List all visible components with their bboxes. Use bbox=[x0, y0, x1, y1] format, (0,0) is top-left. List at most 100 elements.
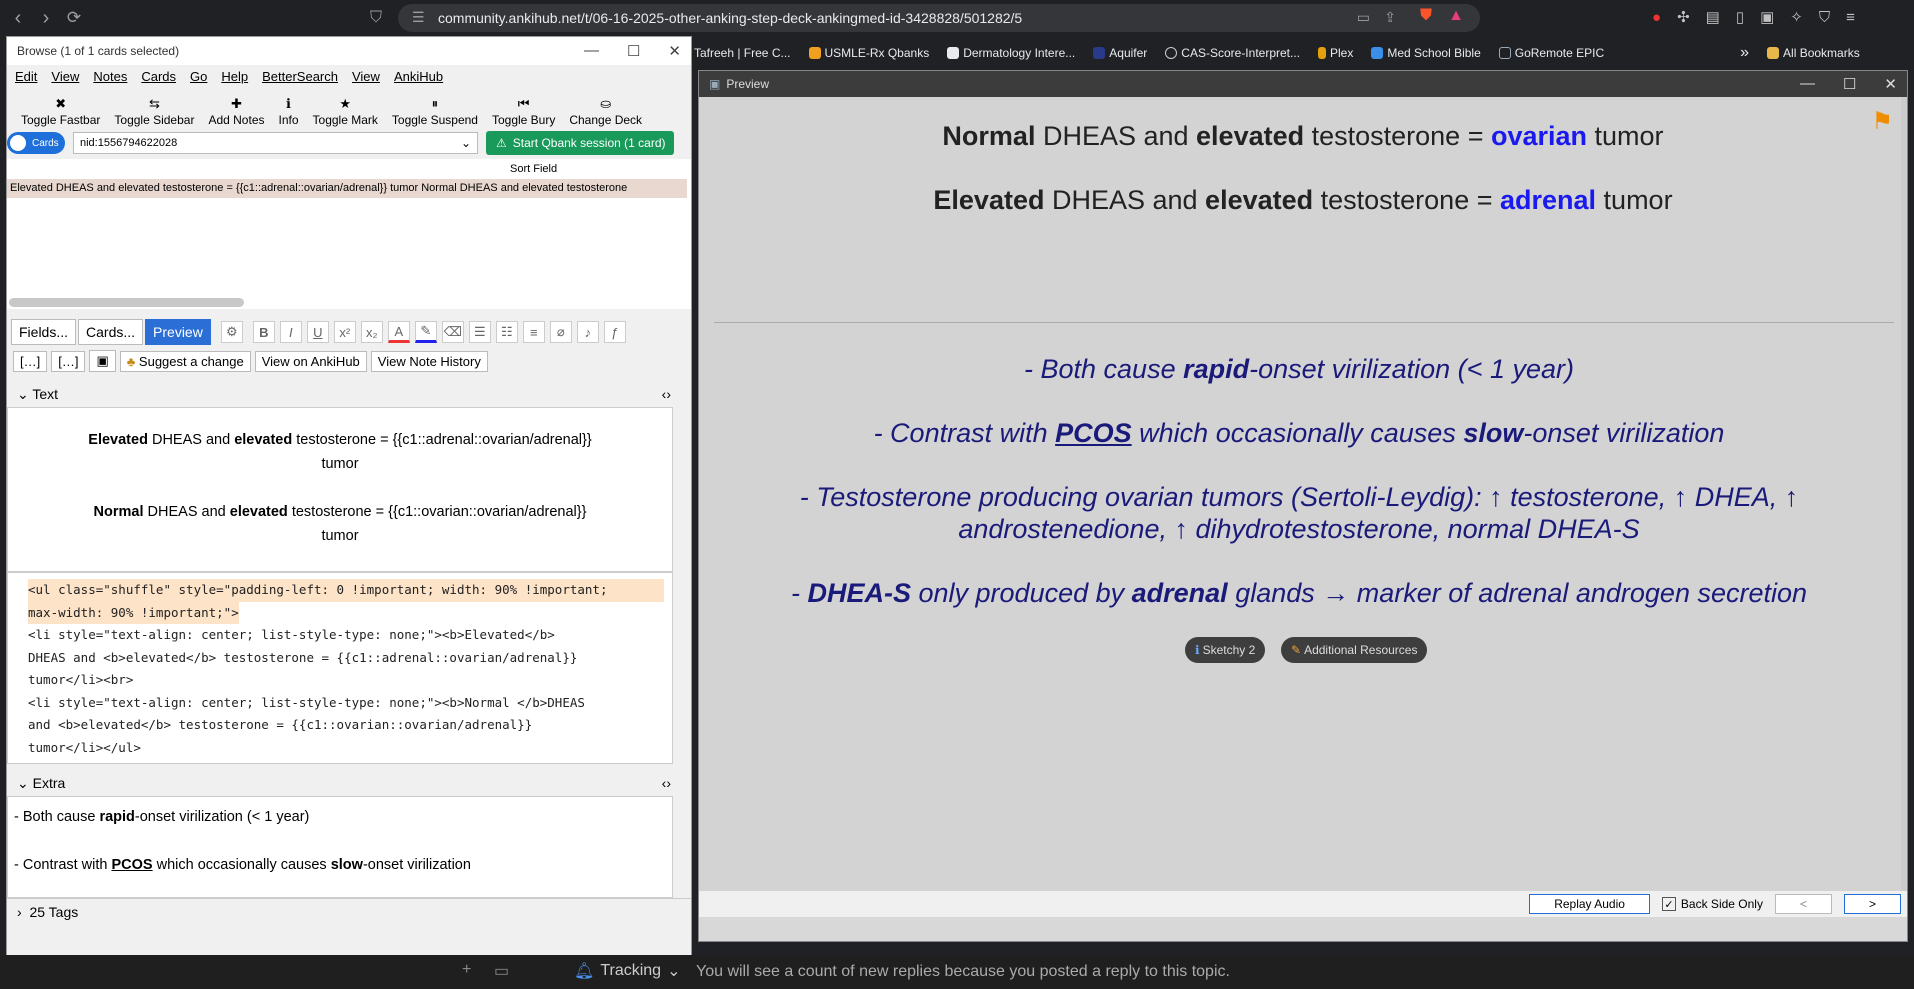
menu-icon[interactable]: ≡ bbox=[1846, 9, 1855, 26]
unordered-list-icon[interactable]: ☰ bbox=[468, 321, 491, 343]
toggle-mark-button[interactable]: ★ Toggle Mark bbox=[313, 97, 378, 128]
tracking-dropdown[interactable]: 🔔︎ Tracking ⌄ bbox=[574, 961, 680, 981]
italic-button[interactable]: I bbox=[279, 321, 302, 343]
keyboard-icon[interactable]: ▭ bbox=[494, 961, 509, 981]
bookmark-item[interactable]: CAS-Score-Interpret... bbox=[1156, 46, 1309, 60]
text-field-header[interactable]: ⌄ Text ‹› bbox=[7, 381, 691, 407]
microphone-icon[interactable]: ♪ bbox=[576, 321, 599, 343]
sketchy-button[interactable]: ℹ Sketchy 2 bbox=[1185, 637, 1266, 663]
horizontal-scrollbar[interactable] bbox=[9, 298, 244, 307]
extra-field[interactable]: - Both cause rapid-onset virilization (<… bbox=[7, 796, 673, 898]
tab-preview[interactable]: Preview bbox=[145, 319, 211, 345]
extensions-icon[interactable]: ✣ bbox=[1677, 8, 1690, 26]
adblock-icon[interactable]: ● bbox=[1652, 9, 1661, 26]
sort-field-header[interactable]: Sort Field bbox=[510, 163, 557, 175]
image-icon[interactable]: ▣ bbox=[89, 350, 116, 372]
text-field[interactable]: Elevated DHEAS and elevated testosterone… bbox=[7, 407, 673, 572]
bookmark-item[interactable]: Aquifer bbox=[1084, 46, 1156, 60]
minimize-icon[interactable]: — bbox=[1800, 75, 1815, 93]
menu-go[interactable]: Go bbox=[190, 69, 207, 84]
reader-icon[interactable]: ▤ bbox=[1706, 8, 1720, 26]
menu-bettersearch[interactable]: BetterSearch bbox=[262, 69, 338, 84]
bookmark-item[interactable]: Plex bbox=[1309, 46, 1362, 60]
toggle-fastbar-button[interactable]: ✖ Toggle Fastbar bbox=[21, 97, 100, 128]
tab-cards[interactable]: Cards... bbox=[78, 319, 144, 345]
tab-fields[interactable]: Fields... bbox=[11, 319, 77, 345]
cast-icon[interactable]: ▭ bbox=[1357, 9, 1370, 26]
toggle-bury-button[interactable]: ⏮ Toggle Bury bbox=[492, 97, 555, 128]
menu-edit[interactable]: Edit bbox=[15, 69, 37, 84]
maximize-icon[interactable]: ☐ bbox=[627, 42, 640, 60]
forward-arrow-icon[interactable]: › bbox=[32, 4, 60, 32]
leo-icon[interactable]: ✧ bbox=[1790, 8, 1803, 26]
view-note-history-button[interactable]: View Note History bbox=[370, 350, 488, 372]
address-bar[interactable]: ☰ community.ankihub.net/t/06-16-2025-oth… bbox=[398, 4, 1480, 32]
menu-ankihub[interactable]: AnkiHub bbox=[394, 69, 443, 84]
menu-help[interactable]: Help bbox=[221, 69, 248, 84]
attachment-icon[interactable]: ⌀ bbox=[549, 321, 572, 343]
vertical-scrollbar[interactable] bbox=[1901, 97, 1907, 917]
search-input[interactable]: nid:1556794622028 ⌄ bbox=[73, 132, 478, 154]
menu-view[interactable]: View bbox=[51, 69, 79, 84]
bookmark-icon[interactable]: ⛉ bbox=[362, 4, 390, 32]
tags-row[interactable]: › 25 Tags bbox=[7, 898, 691, 924]
back-arrow-icon[interactable]: ‹ bbox=[4, 4, 32, 32]
additional-resources-button[interactable]: ✎ Additional Resources bbox=[1281, 637, 1428, 663]
brave-shield-icon[interactable]: ⛊ bbox=[1420, 7, 1432, 25]
info-button[interactable]: ℹ Info bbox=[279, 97, 299, 128]
bookmark-item[interactable]: GoRemote EPIC bbox=[1490, 46, 1613, 60]
change-deck-button[interactable]: ⛀ Change Deck bbox=[569, 97, 642, 128]
chevron-down-icon[interactable]: ⌄ bbox=[461, 136, 477, 150]
html-editor-toggle-icon[interactable]: ‹› bbox=[662, 775, 671, 791]
underline-button[interactable]: U bbox=[306, 321, 329, 343]
bookmarks-overflow[interactable]: » bbox=[1731, 44, 1758, 62]
menu-notes[interactable]: Notes bbox=[93, 69, 127, 84]
start-qbank-button[interactable]: ⚠ Start Qbank session (1 card) bbox=[486, 131, 674, 155]
minimize-icon[interactable]: — bbox=[584, 42, 599, 60]
bookmark-item[interactable]: Med School Bible bbox=[1362, 46, 1489, 60]
toggle-sidebar-button[interactable]: ⇆ Toggle Sidebar bbox=[114, 97, 194, 128]
subscript-button[interactable]: x₂ bbox=[360, 321, 383, 343]
add-notes-button[interactable]: ✚ Add Notes bbox=[208, 97, 264, 128]
bookmark-item[interactable]: USMLE-Rx Qbanks bbox=[800, 46, 939, 60]
menu-cards[interactable]: Cards bbox=[141, 69, 176, 84]
all-bookmarks[interactable]: All Bookmarks bbox=[1758, 46, 1869, 60]
cards-notes-toggle[interactable]: Cards bbox=[7, 132, 65, 154]
gear-icon[interactable]: ⚙ bbox=[220, 321, 243, 343]
cloze-icon[interactable]: […] bbox=[13, 350, 48, 372]
maximize-icon[interactable]: ☐ bbox=[1843, 75, 1856, 93]
reload-icon[interactable]: ⟳ bbox=[60, 4, 88, 32]
back-side-only-checkbox[interactable]: ✓ Back Side Only bbox=[1661, 897, 1763, 911]
wallet-icon[interactable]: ▣ bbox=[1760, 8, 1774, 26]
toggle-suspend-button[interactable]: ⏸ Toggle Suspend bbox=[392, 97, 478, 128]
menu-view-2[interactable]: View bbox=[352, 69, 380, 84]
superscript-button[interactable]: x² bbox=[333, 321, 356, 343]
suggest-change-button[interactable]: ♣ Suggest a change bbox=[119, 350, 251, 372]
vpn-icon[interactable]: ⛉ bbox=[1819, 9, 1830, 26]
highlight-color-button[interactable]: ✎ bbox=[414, 321, 437, 343]
cloze-new-icon[interactable]: […] bbox=[51, 350, 86, 372]
bookmark-item[interactable]: Tafreeh | Free C... bbox=[685, 46, 800, 60]
table-row[interactable]: Elevated DHEAS and elevated testosterone… bbox=[7, 179, 687, 198]
ordered-list-icon[interactable]: ☷ bbox=[495, 321, 518, 343]
brave-rewards-icon[interactable]: ▲ bbox=[1448, 7, 1464, 25]
next-card-button[interactable]: > bbox=[1843, 894, 1901, 914]
eraser-button[interactable]: ⌫ bbox=[441, 321, 464, 343]
close-icon[interactable]: ✕ bbox=[668, 42, 681, 60]
html-code-editor[interactable]: <ul class="shuffle" style="padding-left:… bbox=[7, 572, 673, 764]
extra-field-header[interactable]: ⌄ Extra ‹› bbox=[7, 770, 691, 796]
share-icon[interactable]: ⇪ bbox=[1384, 9, 1396, 26]
html-editor-toggle-icon[interactable]: ‹› bbox=[662, 386, 671, 402]
site-info-icon[interactable]: ☰ bbox=[412, 9, 425, 26]
close-icon[interactable]: ✕ bbox=[1884, 75, 1897, 93]
plus-icon[interactable]: + bbox=[462, 961, 471, 979]
replay-audio-button[interactable]: Replay Audio bbox=[1529, 894, 1650, 914]
bold-button[interactable]: B bbox=[252, 321, 275, 343]
align-icon[interactable]: ≡ bbox=[522, 321, 545, 343]
prev-card-button[interactable]: < bbox=[1774, 894, 1832, 914]
text-color-button[interactable]: A bbox=[387, 321, 410, 343]
bookmark-item[interactable]: Dermatology Intere... bbox=[938, 46, 1084, 60]
sidebar-icon[interactable]: ▯ bbox=[1736, 8, 1744, 26]
function-icon[interactable]: ƒ bbox=[603, 321, 626, 343]
view-on-ankihub-button[interactable]: View on AnkiHub bbox=[254, 350, 367, 372]
